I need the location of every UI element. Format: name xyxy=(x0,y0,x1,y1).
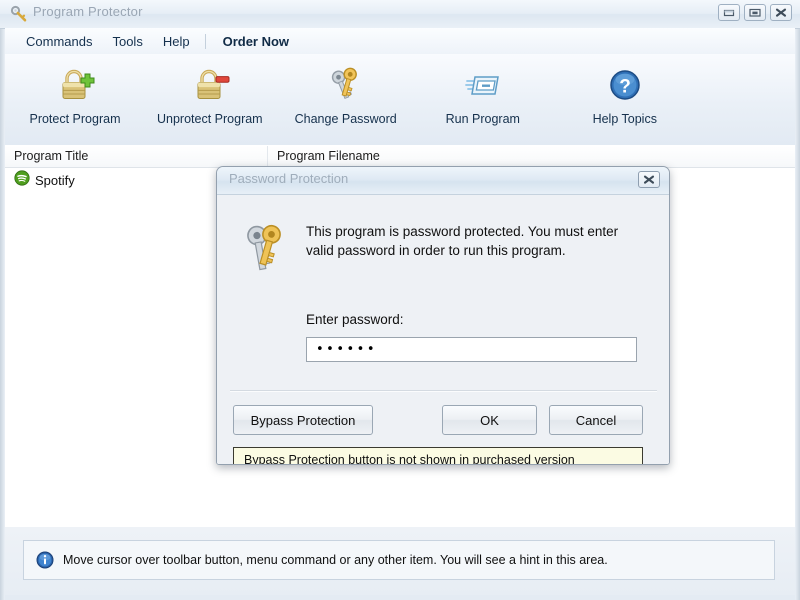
spotify-icon xyxy=(14,169,30,191)
dialog-body: This program is password protected. You … xyxy=(217,195,669,465)
lock-plus-icon xyxy=(54,63,96,107)
password-input[interactable]: •••••• xyxy=(306,337,637,362)
run-program-label: Run Program xyxy=(445,112,520,126)
cancel-button[interactable]: Cancel xyxy=(549,405,643,435)
column-header-program-filename[interactable]: Program Filename xyxy=(277,149,380,163)
help-question-icon: ? xyxy=(604,63,646,107)
svg-text:?: ? xyxy=(619,77,631,98)
protect-program-button[interactable]: Protect Program xyxy=(19,61,131,126)
notice-text: Bypass Protection button is not shown in… xyxy=(244,452,575,465)
info-icon xyxy=(36,551,54,569)
help-topics-label: Help Topics xyxy=(592,112,657,126)
list-column-headers: Program Title Program Filename xyxy=(5,146,795,168)
protect-program-label: Protect Program xyxy=(29,112,121,126)
password-value: •••••• xyxy=(316,342,378,357)
change-password-label: Change Password xyxy=(294,112,397,126)
column-divider[interactable] xyxy=(267,146,268,167)
dialog-title: Password Protection xyxy=(229,171,349,186)
key-icon xyxy=(10,5,28,23)
dialog-title-bar: Password Protection xyxy=(217,167,669,195)
unprotect-program-button[interactable]: Unprotect Program xyxy=(149,61,271,126)
close-button[interactable] xyxy=(770,4,792,21)
keys-icon xyxy=(239,221,289,288)
unprotect-program-label: Unprotect Program xyxy=(157,112,263,126)
column-header-program-title[interactable]: Program Title xyxy=(14,149,88,163)
menu-separator xyxy=(204,33,206,49)
row-cell-title: Spotify xyxy=(5,169,75,191)
password-protection-dialog: Password Protection This program is pass… xyxy=(216,166,670,465)
status-bar: Move cursor over toolbar button, menu co… xyxy=(5,527,795,595)
menu-item-order-now[interactable]: Order Now xyxy=(214,31,298,52)
hint-panel: Move cursor over toolbar button, menu co… xyxy=(23,540,775,580)
window-controls xyxy=(718,4,792,21)
ok-button[interactable]: OK xyxy=(442,405,537,435)
notice-banner: Bypass Protection button is not shown in… xyxy=(233,447,643,465)
minimize-button[interactable] xyxy=(718,4,740,21)
title-bar: Program Protector xyxy=(0,0,800,29)
dialog-separator xyxy=(230,390,657,392)
run-window-icon xyxy=(462,63,504,107)
window-title: Program Protector xyxy=(33,4,143,19)
dialog-message: This program is password protected. You … xyxy=(306,224,619,258)
menu-item-help[interactable]: Help xyxy=(154,31,199,52)
main-window: Program Protector Commands Tools Help Or… xyxy=(0,0,800,600)
dialog-close-button[interactable] xyxy=(638,171,660,188)
window-border-right xyxy=(795,0,800,600)
keys-icon xyxy=(325,63,367,107)
menu-item-commands[interactable]: Commands xyxy=(17,31,101,52)
lock-minus-icon xyxy=(189,63,231,107)
maximize-button[interactable] xyxy=(744,4,766,21)
run-program-button[interactable]: Run Program xyxy=(427,61,539,126)
menu-item-tools[interactable]: Tools xyxy=(103,31,151,52)
row-label-program-title: Spotify xyxy=(35,172,75,188)
toolbar: Protect Program Unprotect Program Change… xyxy=(5,54,795,146)
bypass-protection-button[interactable]: Bypass Protection xyxy=(233,405,373,435)
password-label: Enter password: xyxy=(306,312,404,327)
hint-text: Move cursor over toolbar button, menu co… xyxy=(63,553,608,567)
menu-bar: Commands Tools Help Order Now xyxy=(5,28,795,55)
help-topics-button[interactable]: ? Help Topics xyxy=(569,61,681,126)
change-password-button[interactable]: Change Password xyxy=(287,61,405,126)
